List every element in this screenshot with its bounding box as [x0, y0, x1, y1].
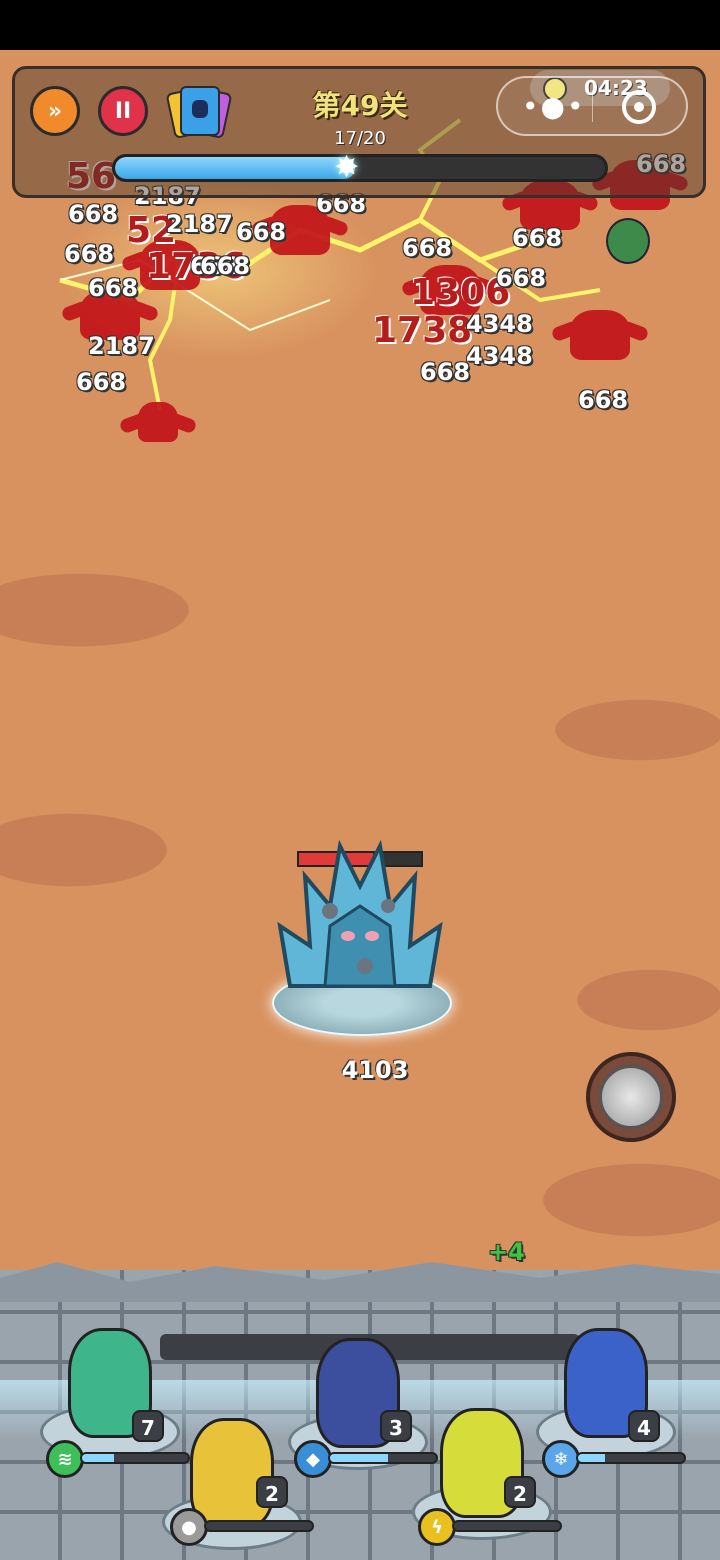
pause-button[interactable]: II — [98, 86, 148, 136]
damage-number: 668 — [236, 218, 287, 246]
food-dish-icon — [599, 1065, 663, 1129]
damage-number: 4348 — [466, 342, 533, 370]
hero-energy-bar — [204, 1520, 314, 1532]
hero-energy-bar — [452, 1520, 562, 1532]
damage-number: 668 — [68, 200, 119, 228]
hero-energy-bar — [80, 1452, 190, 1464]
pause-icon: II — [114, 98, 132, 124]
damage-number: 4348 — [466, 310, 533, 338]
damage-number: 668 — [88, 274, 139, 302]
damage-number: 668 — [76, 368, 127, 396]
hero-level-badge: 3 — [380, 1410, 412, 1442]
goblin-hero — [190, 1418, 274, 1528]
damage-number: 668 — [402, 234, 453, 262]
hero-level-badge: 7 — [132, 1410, 164, 1442]
damage-number: 2187 — [166, 210, 233, 238]
hero-level-badge: 2 — [504, 1476, 536, 1508]
lightning-icon: ϟ — [418, 1508, 456, 1546]
damage-number: 668 — [200, 252, 251, 280]
energy-fill — [578, 1454, 605, 1462]
spark-icon: ✸ — [334, 150, 360, 185]
wind-icon: ≋ — [46, 1440, 84, 1478]
red-enemy — [138, 402, 178, 442]
capsule-divider — [592, 90, 593, 122]
hero-level-badge: 4 — [628, 1410, 660, 1442]
cards-button[interactable] — [165, 86, 233, 140]
crystal-icon: ◆ — [294, 1440, 332, 1478]
wave-progress-bar — [112, 154, 608, 182]
fast-forward-button[interactable]: » — [30, 86, 80, 136]
fast-forward-icon: » — [47, 98, 63, 124]
damage-number: 668 — [64, 240, 115, 268]
heal-number: +4 — [488, 1238, 525, 1266]
energy-fill — [82, 1454, 114, 1462]
energy-fill — [330, 1454, 389, 1462]
bomb-icon: ● — [170, 1508, 208, 1546]
hero-level-badge: 2 — [256, 1476, 288, 1508]
damage-number: 668 — [496, 264, 547, 292]
wave-counter: 17/20 — [334, 128, 386, 149]
more-menu-icon[interactable]: •●• — [522, 90, 585, 123]
damage-number: 668 — [420, 358, 471, 386]
red-enemy — [570, 310, 630, 360]
hero-energy-bar — [576, 1452, 686, 1464]
damage-number: 668 — [578, 386, 629, 414]
wave-progress-fill — [115, 157, 356, 179]
skull-card-icon — [180, 86, 220, 136]
damage-number: 2187 — [88, 332, 155, 360]
damage-number: 668 — [512, 224, 563, 252]
hero-energy-bar — [328, 1452, 438, 1464]
green-enemy — [606, 218, 650, 264]
damage-number: 1738 — [372, 310, 473, 351]
ice-tower — [277, 839, 443, 988]
ice-icon: ❄ — [542, 1440, 580, 1478]
level-title: 第49关 — [312, 89, 408, 122]
close-icon[interactable] — [622, 90, 656, 124]
tower-value: 4103 — [341, 1056, 409, 1084]
food-skill-button[interactable] — [586, 1052, 676, 1142]
